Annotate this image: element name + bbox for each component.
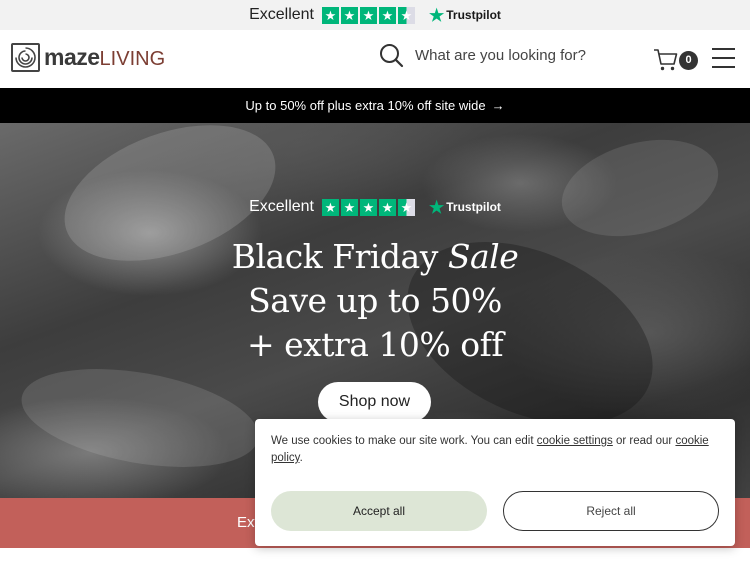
cookie-text-part: We use cookies to make our site work. Yo… — [271, 435, 537, 447]
trustpilot-rating-text: Excellent — [249, 6, 314, 23]
hero-headline-italic: Sale — [447, 237, 519, 276]
star-icon: ★ — [360, 6, 377, 24]
hero-headline-line1: Black Friday Sale — [0, 235, 750, 279]
trustpilot-star-icon: ★ — [429, 5, 445, 25]
half-star-icon: ★ — [398, 198, 415, 216]
cookie-settings-link[interactable]: cookie settings — [537, 435, 613, 447]
trustpilot-star-icon: ★ — [429, 197, 445, 217]
cookie-text-part: or read our — [612, 435, 676, 447]
star-icon: ★ — [341, 198, 358, 216]
maze-living-logo[interactable]: mazeLIVING — [11, 43, 165, 72]
maze-logo-icon — [11, 43, 40, 72]
trustpilot-bar[interactable]: Excellent ★ ★ ★ ★ ★ ★ Trustpilot — [0, 0, 750, 30]
logo-wordmark: mazeLIVING — [44, 44, 165, 71]
trustpilot-stars: ★ ★ ★ ★ ★ — [322, 6, 415, 24]
hero-trustpilot[interactable]: Excellent ★ ★ ★ ★ ★ ★ Trustpilot — [0, 198, 750, 216]
hero-headline-line3: + extra 10% off — [246, 325, 504, 364]
cart-count-badge: 0 — [679, 50, 698, 70]
hero-trustpilot-logo: ★ Trustpilot — [429, 199, 501, 216]
search-placeholder: What are you looking for? — [415, 47, 586, 64]
trustpilot-logo: ★ Trustpilot — [429, 7, 501, 24]
hero-trustpilot-rating-text: Excellent — [249, 198, 314, 215]
star-icon: ★ — [360, 198, 377, 216]
hamburger-menu-icon[interactable] — [712, 48, 735, 68]
star-icon: ★ — [379, 6, 396, 24]
star-icon: ★ — [341, 6, 358, 24]
search-icon — [380, 44, 404, 68]
cart-icon — [654, 48, 678, 70]
site-header: mazeLIVING What are you looking for? 0 — [0, 30, 750, 88]
arrow-right-icon: → — [491, 98, 505, 113]
promo-banner[interactable]: Up to 50% off plus extra 10% off site wi… — [0, 88, 750, 123]
page-content-below — [0, 548, 750, 563]
cookie-consent-dialog: We use cookies to make our site work. Yo… — [255, 419, 735, 546]
shop-now-button[interactable]: Shop now — [318, 382, 431, 422]
cookie-text-part: . — [299, 452, 303, 464]
cart-button[interactable]: 0 — [653, 45, 701, 73]
promo-text: Up to 50% off plus extra 10% off site wi… — [245, 98, 486, 113]
hero-headline-line2: Save up to 50% — [248, 281, 502, 320]
hero-headline: Black Friday Sale Save up to 50% + extra… — [0, 235, 750, 367]
logo-living-text: LIVING — [99, 48, 166, 70]
logo-maze-text: maze — [44, 44, 100, 70]
trustpilot-brand: Trustpilot — [446, 8, 501, 22]
half-star-icon: ★ — [398, 6, 415, 24]
accept-all-button[interactable]: Accept all — [271, 491, 487, 531]
hero-trustpilot-brand: Trustpilot — [446, 200, 501, 214]
cookie-message: We use cookies to make our site work. Yo… — [271, 433, 711, 467]
hero-headline-plain: Black Friday — [231, 237, 448, 276]
search-bar[interactable]: What are you looking for? — [379, 43, 586, 68]
star-icon: ★ — [322, 198, 339, 216]
star-icon: ★ — [379, 198, 396, 216]
hero-trustpilot-stars: ★ ★ ★ ★ ★ — [322, 198, 415, 216]
reject-all-button[interactable]: Reject all — [503, 491, 719, 531]
star-icon: ★ — [322, 6, 339, 24]
